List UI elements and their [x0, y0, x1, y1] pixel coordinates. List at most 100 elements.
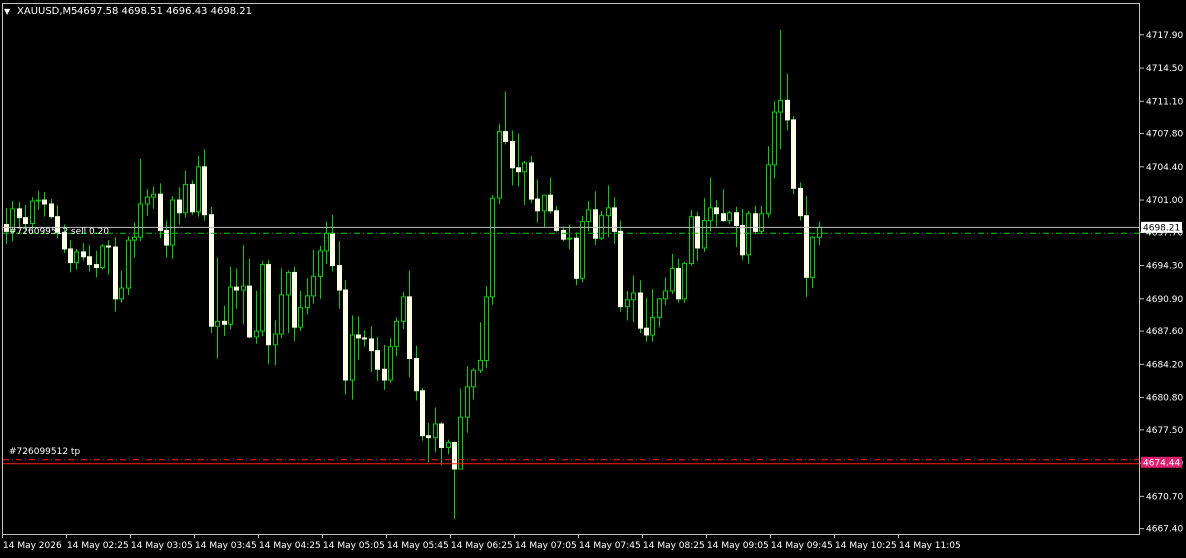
candle — [810, 236, 815, 289]
candle — [663, 277, 668, 305]
candle — [222, 305, 227, 336]
candle-body — [593, 209, 598, 239]
candle — [721, 189, 726, 222]
candle — [375, 336, 380, 381]
candle — [337, 241, 342, 309]
y-tick-label: 4711.10 — [1146, 97, 1183, 107]
candle — [682, 261, 687, 303]
candle — [81, 243, 86, 261]
candle — [4, 207, 9, 245]
candle — [759, 205, 764, 235]
candle — [522, 160, 527, 205]
candle-body — [343, 289, 348, 381]
candle-body — [401, 296, 406, 322]
candle — [548, 177, 553, 214]
candle-body — [234, 286, 239, 291]
candle — [420, 387, 425, 441]
candle — [324, 221, 329, 264]
y-tick-label: 4680.80 — [1146, 394, 1183, 404]
candle-body — [638, 292, 643, 329]
candle-body — [714, 207, 719, 215]
candle-body — [510, 140, 515, 169]
candle — [196, 156, 201, 217]
candle — [478, 322, 483, 374]
candle-body — [439, 423, 444, 448]
candle-body — [657, 298, 662, 318]
candle-body — [100, 245, 105, 269]
candle-body — [740, 224, 745, 256]
x-tick-label: 14 May 09:45 — [771, 541, 833, 551]
candle-body — [183, 183, 188, 214]
candle-body — [215, 320, 220, 327]
candle-body — [375, 350, 380, 370]
candle-body — [625, 299, 630, 308]
x-tick-label: 14 May 07:45 — [579, 541, 641, 551]
candle — [689, 209, 694, 266]
candle-body — [318, 250, 323, 277]
candle — [497, 123, 502, 204]
candlestick-chart[interactable]: ▼ XAUUSD,M5 4697.58 4698.51 4696.43 4698… — [0, 0, 1186, 554]
candle — [542, 194, 547, 228]
x-tick-label: 14 May 03:45 — [195, 541, 257, 551]
candle-body — [478, 359, 483, 371]
candle — [804, 196, 809, 297]
candle — [458, 388, 463, 470]
candle — [638, 280, 643, 334]
candle — [215, 257, 220, 359]
candle-body — [471, 369, 476, 388]
candle — [74, 248, 79, 270]
candle-body — [279, 294, 284, 335]
candle — [599, 210, 604, 241]
candle-body — [311, 275, 316, 297]
candle-body — [350, 334, 355, 381]
x-tick-label: 14 May 2026 — [3, 541, 62, 551]
candle — [574, 232, 579, 286]
candle-body — [356, 334, 361, 339]
price-lines-layer — [3, 226, 1140, 465]
current-price-tag: 4698.21 — [1141, 221, 1182, 233]
candle-body — [4, 224, 9, 232]
candle-body — [446, 442, 451, 448]
candle-body — [81, 251, 86, 258]
candle — [260, 260, 265, 336]
candle-body — [369, 338, 374, 352]
candle — [36, 191, 41, 210]
candle — [119, 270, 124, 303]
candle — [702, 198, 707, 252]
candle-body — [663, 290, 668, 300]
candle — [330, 214, 335, 272]
candle-body — [535, 198, 540, 212]
candle-body — [126, 239, 131, 289]
candle — [535, 179, 540, 223]
candle-body — [202, 166, 207, 216]
current-price-label: 4698.21 — [1143, 223, 1180, 233]
candle-body — [145, 196, 150, 205]
x-tick-label: 14 May 09:05 — [707, 541, 769, 551]
candle-body — [746, 213, 751, 256]
candle-body — [330, 232, 335, 267]
candle-body — [670, 268, 675, 292]
candle-body — [721, 213, 726, 222]
candle-body — [158, 193, 163, 231]
candle-body — [23, 217, 28, 225]
tp-line-label[interactable]: #726099512 tp — [9, 447, 80, 457]
candle-body — [138, 203, 143, 238]
collapse-arrow-icon[interactable]: ▼ — [4, 7, 11, 16]
candle-body — [490, 197, 495, 298]
candle-body — [522, 162, 527, 173]
candle-body — [74, 251, 79, 264]
candle-body — [420, 390, 425, 437]
candle — [286, 270, 291, 334]
candle — [593, 191, 598, 246]
candle — [772, 101, 777, 179]
candle-body — [106, 245, 111, 248]
y-tick-label: 4717.90 — [1146, 31, 1183, 41]
order-line-label[interactable]: #726099512 sell 0.20 — [9, 227, 109, 237]
candle-body — [42, 199, 47, 205]
candle-body — [68, 248, 73, 264]
candle-body — [170, 199, 175, 246]
candle — [714, 200, 719, 227]
y-tick-label: 4694.30 — [1146, 262, 1183, 272]
candle — [791, 115, 796, 195]
candle-body — [362, 337, 367, 340]
